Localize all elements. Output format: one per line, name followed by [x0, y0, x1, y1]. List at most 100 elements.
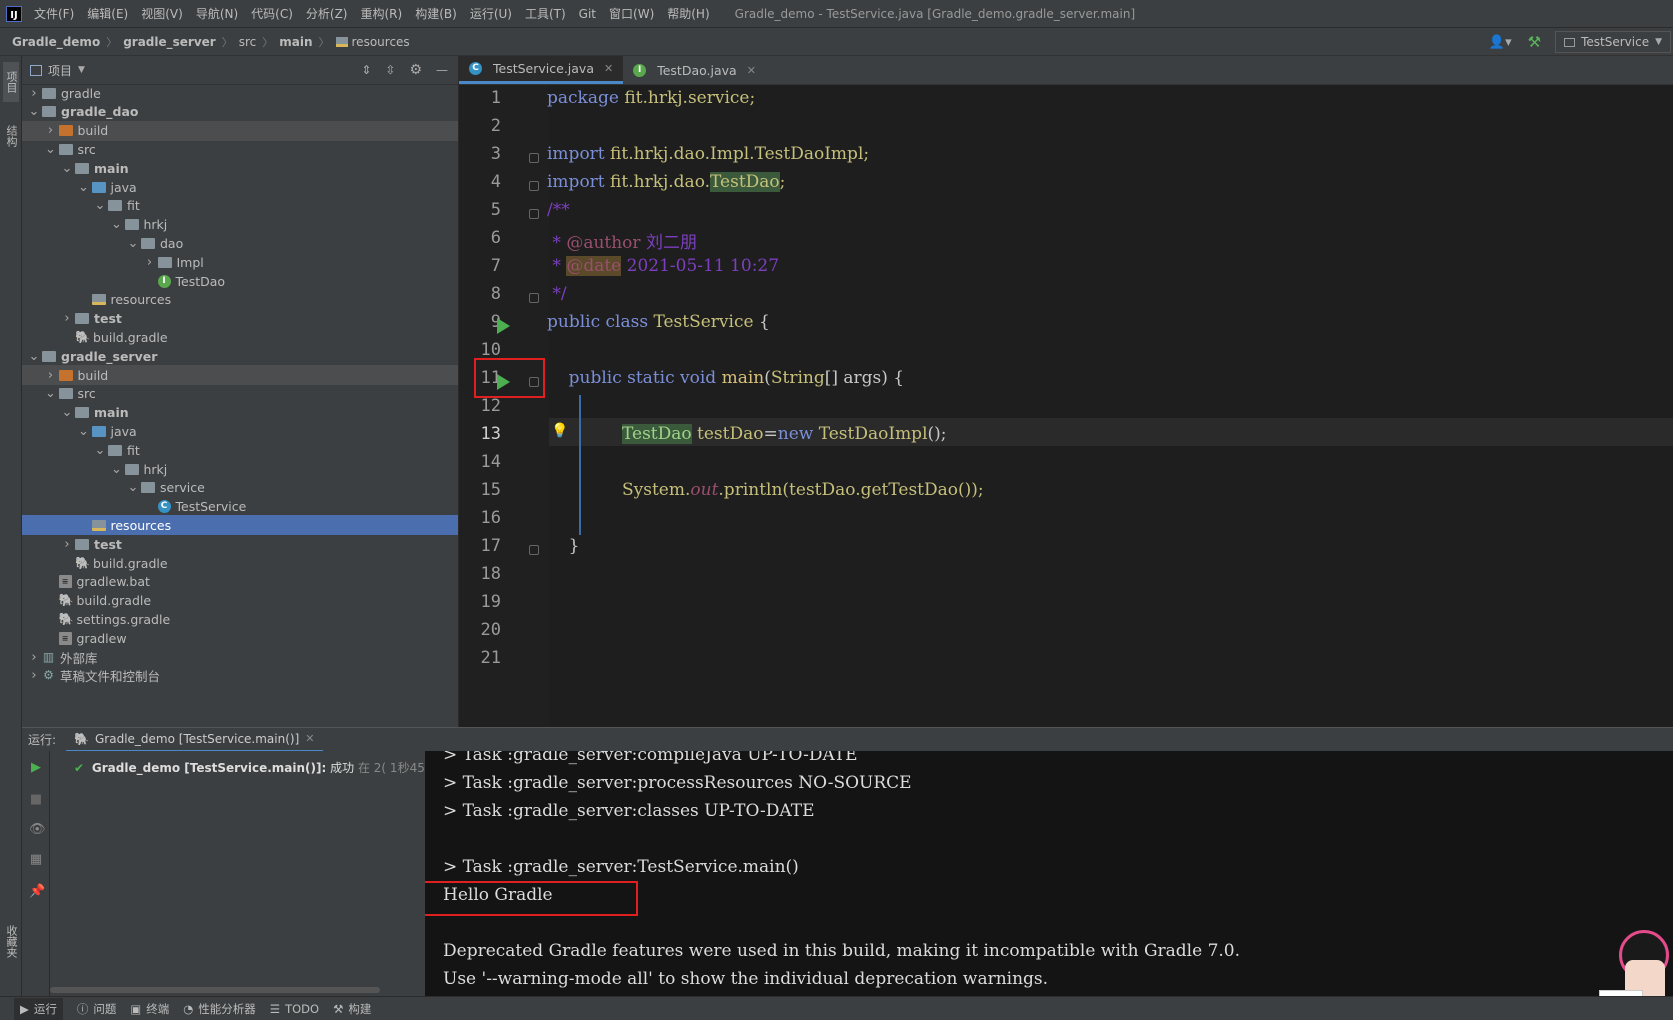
fold-marker-icon[interactable]	[529, 293, 539, 303]
fold-marker-icon[interactable]	[529, 209, 539, 219]
console-output[interactable]: > Task :gradle_server:compileJava UP-TO-…	[425, 751, 1673, 996]
breadcrumb-resources[interactable]: resources	[352, 35, 410, 49]
code-editor[interactable]: 1 2 3 4 5 6 7 8 9 10 11 12 13 14 15 16 17 18 19 20 21 packag…	[459, 85, 1673, 727]
chevron-down-icon[interactable]: ⌄	[59, 161, 75, 176]
menu-refactor[interactable]: 重构(R)	[361, 5, 403, 22]
tree-item[interactable]: .I TestDao	[22, 271, 458, 291]
chevron-down-icon[interactable]: ⌄	[109, 217, 125, 232]
tree-item[interactable]: ⌄ hrkj	[22, 215, 458, 235]
menu-window[interactable]: 窗口(W)	[609, 5, 654, 22]
chevron-down-icon[interactable]: ⌄	[109, 462, 125, 477]
tree-item[interactable]: .🐘build.gradle	[22, 553, 458, 573]
chevron-right-icon[interactable]: ›	[26, 650, 42, 665]
tree-item[interactable]: › ⚙ 草稿文件和控制台	[22, 666, 458, 686]
tree-item[interactable]: .🐘settings.gradle	[22, 609, 458, 629]
tree-item[interactable]: ⌄ dao	[22, 233, 458, 253]
tool-tab-build[interactable]: ⚒ 构建	[333, 1001, 371, 1017]
tab-testservice[interactable]: C TestService.java ✕	[459, 56, 624, 84]
run-result-row[interactable]: ✔ Gradle_demo [TestService.main()]: 成功 在…	[74, 759, 425, 776]
tab-testdao[interactable]: I TestDao.java ✕	[623, 56, 766, 84]
project-panel-title[interactable]: 项目	[48, 62, 72, 79]
tree-item[interactable]: › gradle	[22, 85, 458, 103]
chevron-down-icon[interactable]: ⌄	[76, 180, 92, 195]
tree-item[interactable]: .≡ gradlew	[22, 628, 458, 648]
chevron-down-icon[interactable]: ⌄	[92, 443, 108, 458]
fold-marker-icon[interactable]	[529, 545, 539, 555]
tree-item[interactable]: › build	[22, 120, 458, 141]
chevron-down-icon[interactable]: ⌄	[43, 142, 59, 157]
fold-marker-icon[interactable]	[529, 181, 539, 191]
chevron-down-icon[interactable]: ⌄	[26, 104, 42, 119]
hide-panel-icon[interactable]: —	[436, 63, 448, 77]
pin-icon[interactable]: 📌	[29, 885, 45, 899]
breadcrumb-main[interactable]: main	[279, 35, 312, 49]
structure-tool-tab[interactable]: 结构	[3, 116, 19, 156]
chevron-down-icon[interactable]: ⌄	[125, 236, 141, 251]
gear-icon[interactable]: ⚙	[409, 62, 422, 78]
tree-item[interactable]: ⌄ src	[22, 384, 458, 404]
tree-item[interactable]: .C TestService	[22, 497, 458, 517]
menu-analyze[interactable]: 分析(Z)	[306, 5, 348, 22]
expand-all-icon[interactable]: ⇕	[361, 63, 371, 77]
tree-item[interactable]: ⌄ gradle_server	[22, 346, 458, 366]
layout-icon[interactable]: ▦	[29, 853, 43, 867]
lightbulb-icon[interactable]: 💡	[551, 423, 568, 439]
menu-run[interactable]: 运行(U)	[470, 5, 512, 22]
tree-item[interactable]: . resources	[22, 515, 458, 536]
rerun-icon[interactable]: ▶	[29, 761, 43, 775]
chevron-down-icon[interactable]: ⌄	[125, 480, 141, 495]
menu-navigate[interactable]: 导航(N)	[196, 5, 238, 22]
run-class-icon[interactable]	[497, 318, 510, 334]
menu-git[interactable]: Git	[579, 7, 596, 21]
project-tool-tab[interactable]: 项目	[3, 62, 19, 102]
tool-tab-profiler[interactable]: ◔ 性能分析器	[183, 1001, 256, 1017]
breadcrumb-src[interactable]: src	[239, 35, 257, 49]
tree-item[interactable]: ⌄ fit	[22, 440, 458, 460]
tool-tab-run[interactable]: ▶ 运行	[14, 997, 63, 1020]
menu-view[interactable]: 视图(V)	[141, 5, 183, 22]
close-icon[interactable]: ✕	[604, 62, 613, 75]
tree-item[interactable]: ⌄ gradle_dao	[22, 102, 458, 122]
chevron-right-icon[interactable]: ›	[59, 311, 75, 326]
tree-item[interactable]: .🐘build.gradle	[22, 591, 458, 611]
tool-tab-todo[interactable]: ☰ TODO	[270, 1002, 319, 1016]
chevron-right-icon[interactable]: ›	[26, 668, 42, 683]
chevron-down-icon[interactable]: ⌄	[59, 405, 75, 420]
fold-marker-icon[interactable]	[529, 153, 539, 163]
breadcrumb-module[interactable]: gradle_server	[123, 35, 216, 49]
menu-tools[interactable]: 工具(T)	[525, 5, 566, 22]
tree-item[interactable]: › build	[22, 365, 458, 385]
tree-item[interactable]: ⌄ java	[22, 177, 458, 197]
tool-tab-problems[interactable]: ⓘ 问题	[77, 1001, 117, 1017]
chevron-down-icon[interactable]: ▼	[78, 65, 85, 75]
collapse-all-icon[interactable]: ⇳	[385, 63, 395, 77]
tree-item[interactable]: ⌄ main	[22, 158, 458, 178]
tree-item[interactable]: › test	[22, 534, 458, 554]
tree-item[interactable]: › test	[22, 309, 458, 329]
close-icon[interactable]: ✕	[747, 64, 756, 77]
user-icon[interactable]: 👤▾	[1489, 35, 1512, 50]
tree-item[interactable]: ⌄ service	[22, 478, 458, 498]
run-config-selector[interactable]: TestService ▼	[1555, 31, 1671, 53]
menu-edit[interactable]: 编辑(E)	[87, 5, 128, 22]
tree-item[interactable]: ⌄ java	[22, 421, 458, 441]
tree-item[interactable]: . resources	[22, 290, 458, 310]
build-hammer-icon[interactable]: ⚒	[1528, 33, 1541, 51]
chevron-right-icon[interactable]: ›	[59, 537, 75, 552]
menu-build[interactable]: 构建(B)	[415, 5, 457, 22]
chevron-right-icon[interactable]: ›	[26, 86, 42, 101]
eye-icon[interactable]: 👁	[29, 823, 46, 837]
close-icon[interactable]: ✕	[305, 732, 314, 745]
chevron-down-icon[interactable]: ⌄	[92, 198, 108, 213]
tree-item[interactable]: ⌄ hrkj	[22, 459, 458, 479]
scrollbar[interactable]	[50, 987, 380, 993]
tree-item[interactable]: .🐘build.gradle	[22, 327, 458, 347]
breadcrumb-project[interactable]: Gradle_demo	[12, 35, 100, 49]
chevron-down-icon[interactable]: ⌄	[76, 424, 92, 439]
chevron-right-icon[interactable]: ›	[142, 255, 158, 270]
tree-item[interactable]: › ▥ 外部库	[22, 647, 458, 667]
menu-file[interactable]: 文件(F)	[34, 5, 74, 22]
tool-tab-terminal[interactable]: ▣ 终端	[130, 1001, 169, 1017]
run-tab[interactable]: 🐘 Gradle_demo [TestService.main()] ✕	[66, 728, 323, 752]
menu-help[interactable]: 帮助(H)	[667, 5, 709, 22]
